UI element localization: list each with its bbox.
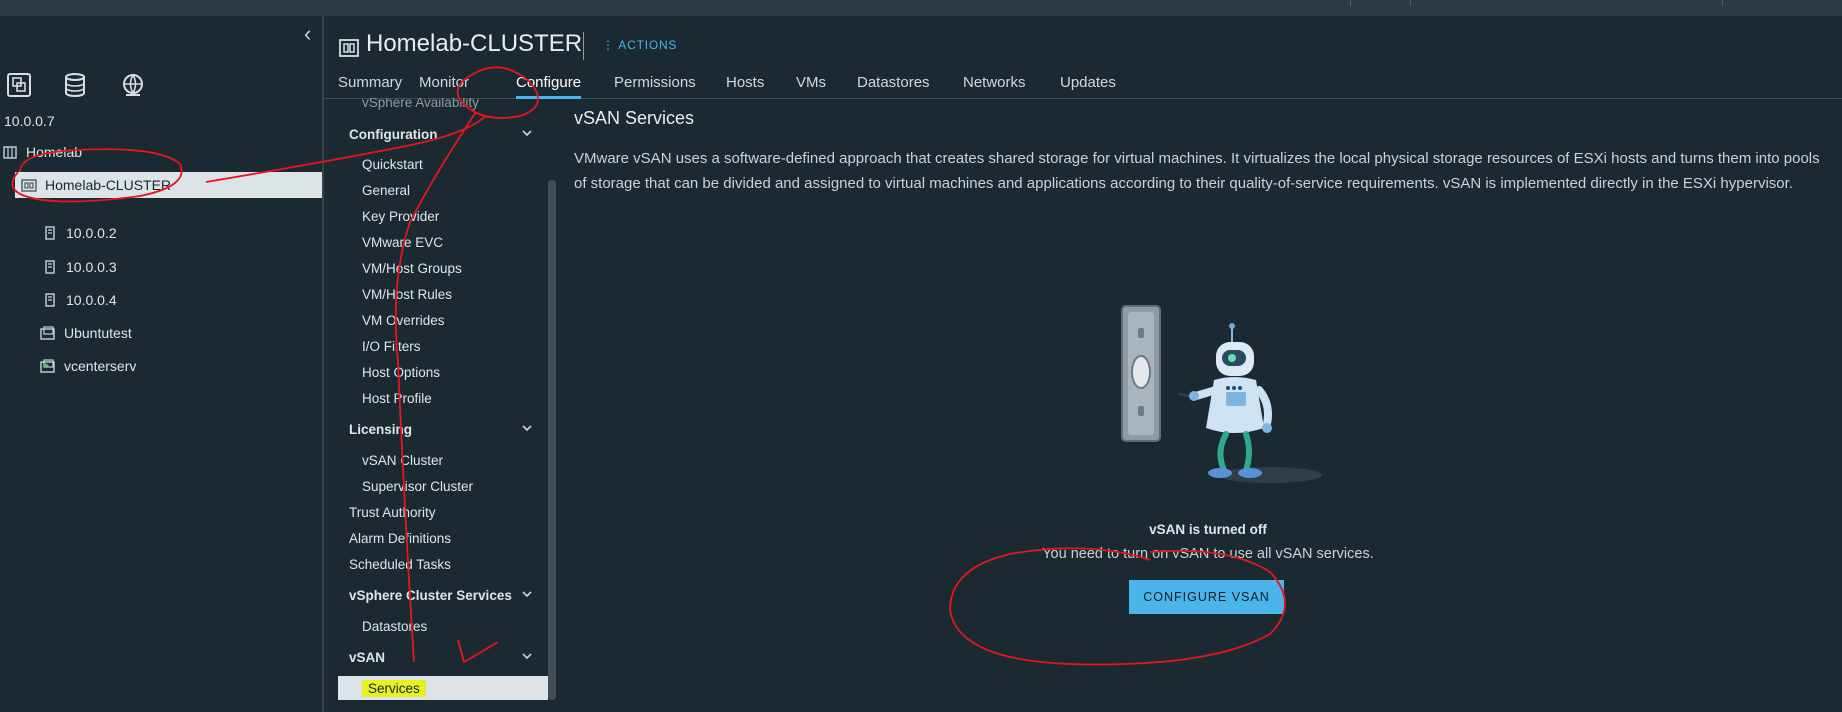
settings-item-vm-overrides[interactable]: VM Overrides <box>338 308 548 332</box>
host-icon <box>42 225 58 241</box>
settings-item-datastores[interactable]: Datastores <box>338 614 548 638</box>
settings-item-io-filters[interactable]: I/O Filters <box>338 334 548 358</box>
tree-item-host[interactable]: 10.0.0.4 <box>42 287 364 313</box>
group-label: Configuration <box>349 126 438 142</box>
settings-item-label: Services <box>362 679 426 697</box>
settings-item-vmware-evc[interactable]: VMware EVC <box>338 230 548 254</box>
chevron-down-icon <box>522 591 532 598</box>
inventory-view-icons <box>0 68 322 108</box>
settings-item-quickstart[interactable]: Quickstart <box>338 152 548 176</box>
tab-datastores[interactable]: Datastores <box>857 74 930 91</box>
settings-item-key-provider[interactable]: Key Provider <box>338 204 548 228</box>
storage-icon[interactable] <box>58 68 92 102</box>
tree-item-label: Ubuntutest <box>64 325 132 341</box>
chevron-down-icon <box>522 130 532 137</box>
tree-item-label: vcenterserv <box>64 358 137 374</box>
tab-permissions[interactable]: Permissions <box>614 74 696 91</box>
chevron-down-icon <box>522 653 532 660</box>
settings-group-licensing[interactable]: Licensing <box>338 417 548 441</box>
group-label: Licensing <box>349 421 413 437</box>
tab-updates[interactable]: Updates <box>1060 74 1116 91</box>
tab-networks[interactable]: Networks <box>963 74 1026 91</box>
settings-item-supervisor-cluster[interactable]: Supervisor Cluster <box>338 474 548 498</box>
page-title: Homelab-CLUSTER <box>366 30 583 57</box>
tree-item-label: 10.0.0.2 <box>66 225 117 241</box>
inventory-navigator: ‹ 10.0.0.7 Homelab Homelab-CLUSTER 10.0.… <box>0 16 324 712</box>
settings-item-vm-host-rules[interactable]: VM/Host Rules <box>338 282 548 306</box>
settings-item-vsan-services[interactable]: Services <box>338 676 548 700</box>
object-header: Homelab-CLUSTER ⋮ ACTIONS Summary Monito… <box>324 16 1842 99</box>
cluster-icon <box>338 36 360 58</box>
tree-item-label: 10.0.0.4 <box>66 292 117 308</box>
tree-item-label: Homelab-CLUSTER <box>45 177 172 193</box>
group-label: vSAN <box>349 649 386 665</box>
configure-vsan-button[interactable]: CONFIGURE VSAN <box>1129 580 1284 614</box>
object-tabs: Summary Monitor Configure Permissions Ho… <box>324 68 1842 99</box>
tab-vms[interactable]: VMs <box>796 74 826 91</box>
hosts-clusters-icon[interactable] <box>2 68 36 102</box>
datacenter-icon <box>2 144 18 160</box>
tree-item-label: 10.0.0.7 <box>4 113 55 129</box>
more-vertical-icon: ⋮ <box>602 38 615 52</box>
settings-item-general[interactable]: General <box>338 178 548 202</box>
actions-menu[interactable]: ⋮ ACTIONS <box>602 38 677 52</box>
section-description: VMware vSAN uses a software-defined appr… <box>574 150 1820 192</box>
header-divider <box>583 32 584 60</box>
tree-item-host[interactable]: 10.0.0.2 <box>42 220 364 246</box>
settings-item-vsan-cluster[interactable]: vSAN Cluster <box>338 448 548 472</box>
settings-group-vsphere-cluster-services[interactable]: vSphere Cluster Services <box>338 583 548 607</box>
settings-scrollbar[interactable] <box>548 180 556 700</box>
tree-item-datacenter[interactable]: Homelab <box>0 139 322 165</box>
cluster-icon <box>21 177 37 193</box>
settings-item-host-options[interactable]: Host Options <box>338 360 548 384</box>
configure-settings-nav: vSphere Availability Configuration Quick… <box>338 98 558 712</box>
top-bar <box>0 0 1842 16</box>
vm-running-icon <box>40 358 56 374</box>
tree-item-host[interactable]: 10.0.0.3 <box>42 254 364 280</box>
tab-configure[interactable]: Configure <box>516 74 582 99</box>
scrollbar-thumb[interactable] <box>548 180 556 700</box>
settings-item-alarm-definitions[interactable]: Alarm Definitions <box>338 526 548 550</box>
settings-group-configuration[interactable]: Configuration <box>338 122 548 146</box>
settings-item-host-profile[interactable]: Host Profile <box>338 386 548 410</box>
tab-monitor[interactable]: Monitor <box>419 74 469 91</box>
host-icon <box>42 259 58 275</box>
settings-item-vm-host-groups[interactable]: VM/Host Groups <box>338 256 548 280</box>
tree-item-vcenter[interactable]: 10.0.0.7 <box>4 108 326 134</box>
host-icon <box>42 292 58 308</box>
settings-item-scheduled-tasks[interactable]: Scheduled Tasks <box>338 552 548 576</box>
group-label: vSphere Cluster Services <box>349 587 512 603</box>
vsan-services-panel: vSAN Services VMware vSAN uses a softwar… <box>574 98 1842 712</box>
network-icon[interactable] <box>116 68 150 102</box>
section-title: vSAN Services <box>574 108 695 128</box>
settings-item-trust-authority[interactable]: Trust Authority <box>338 500 548 524</box>
empty-state-message: You need to turn on vSAN to use all vSAN… <box>1042 546 1374 562</box>
tree-item-label: 10.0.0.3 <box>66 259 117 275</box>
settings-item-partial[interactable]: vSphere Availability <box>338 98 548 114</box>
tree-item-vm[interactable]: vcenterserv <box>40 353 362 379</box>
tree-item-vm[interactable]: Ubuntutest <box>40 320 362 346</box>
settings-group-vsan[interactable]: vSAN <box>338 645 548 669</box>
tree-item-label: Homelab <box>26 144 83 160</box>
chevron-left-icon[interactable]: ‹ <box>304 23 320 45</box>
tree-item-cluster[interactable]: Homelab-CLUSTER <box>15 172 322 198</box>
actions-label: ACTIONS <box>618 38 678 52</box>
tab-summary[interactable]: Summary <box>338 74 402 91</box>
vm-icon <box>40 325 56 341</box>
tab-hosts[interactable]: Hosts <box>726 74 764 91</box>
chevron-down-icon <box>522 425 532 432</box>
empty-state-title: vSAN is turned off <box>1149 522 1267 537</box>
